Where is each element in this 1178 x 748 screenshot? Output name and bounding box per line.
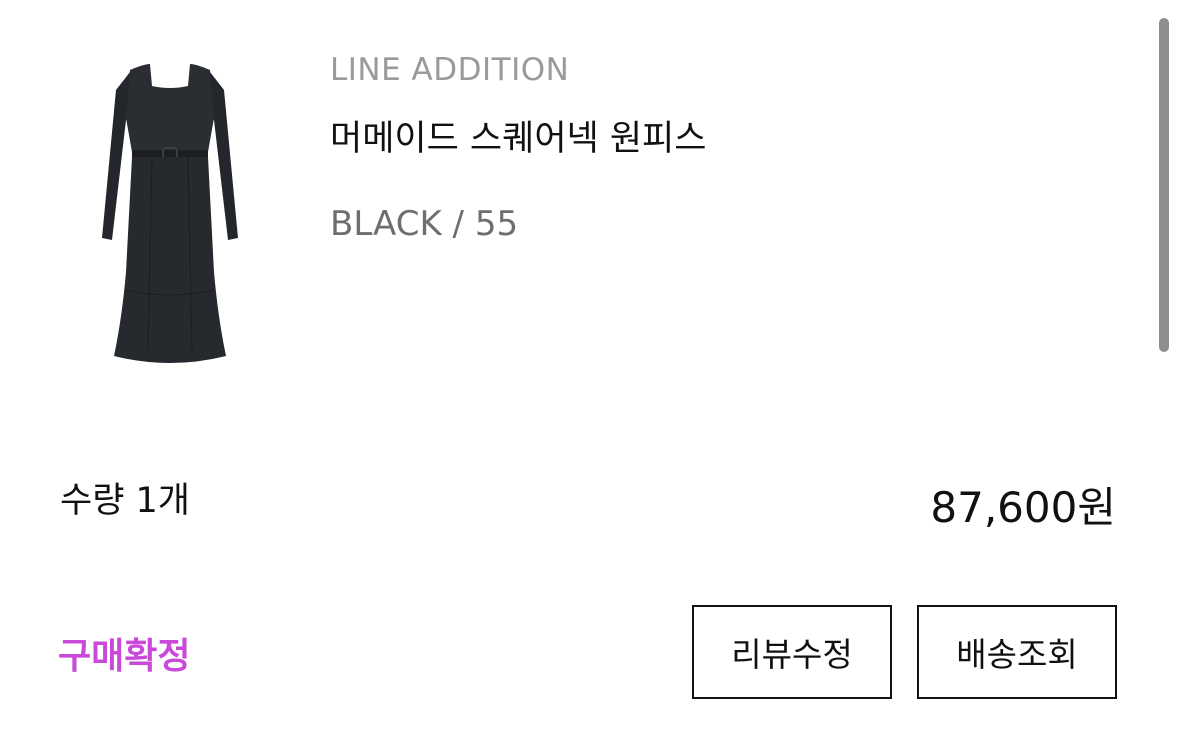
- price: 87,600원: [930, 483, 1116, 532]
- scrollbar[interactable]: [1159, 18, 1169, 352]
- order-item-card: LINE ADDITION 머메이드 스퀘어넥 원피스 BLACK / 55 수…: [0, 0, 1178, 748]
- dress-image[interactable]: [90, 50, 250, 375]
- product-option: BLACK / 55: [330, 204, 519, 244]
- quantity-label: 수량 1개: [60, 481, 190, 521]
- dress-icon: [102, 64, 238, 363]
- delivery-track-button[interactable]: 배송조회: [917, 605, 1117, 699]
- brand-name: LINE ADDITION: [330, 52, 570, 88]
- order-status: 구매확정: [58, 636, 191, 677]
- product-name[interactable]: 머메이드 스퀘어넥 원피스: [330, 110, 706, 161]
- review-edit-button[interactable]: 리뷰수정: [692, 605, 892, 699]
